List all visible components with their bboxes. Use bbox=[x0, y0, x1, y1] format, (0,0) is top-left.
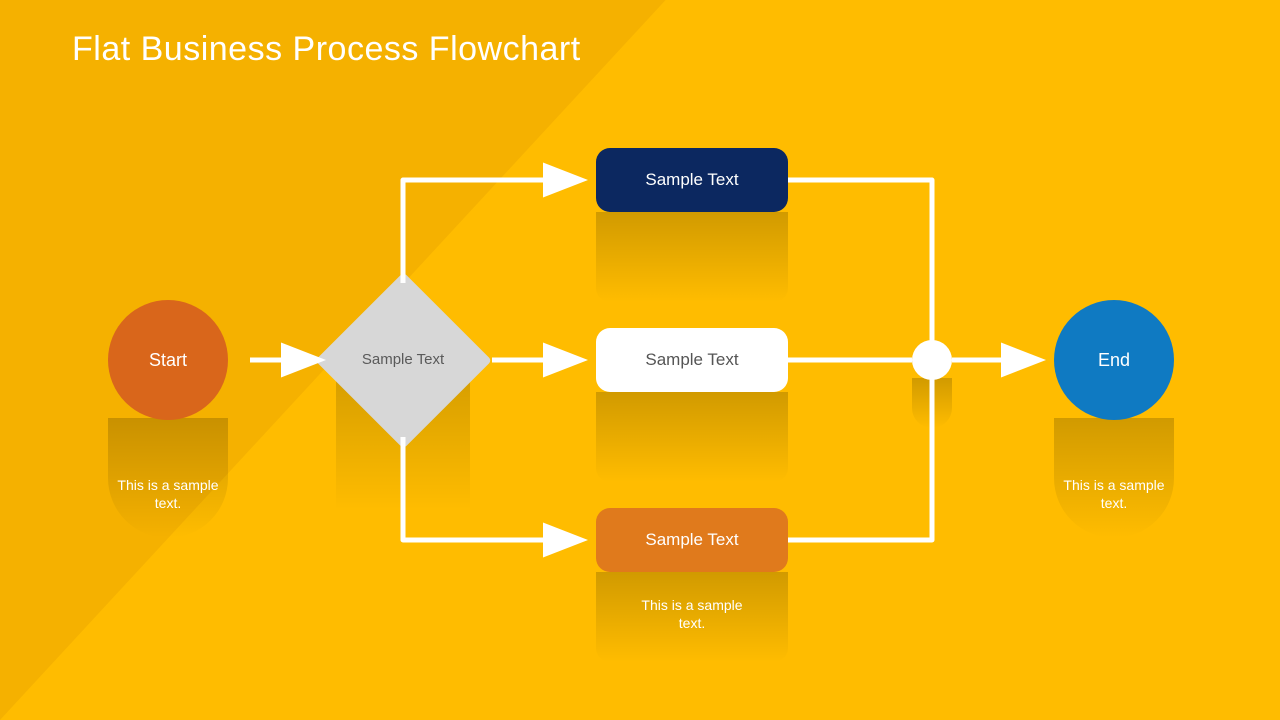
process-bottom-caption: This is a sample text. bbox=[632, 596, 752, 632]
process-bottom: Sample Text bbox=[596, 508, 788, 572]
slide-title: Flat Business Process Flowchart bbox=[72, 30, 581, 69]
start-caption: This is a sample text. bbox=[108, 476, 228, 512]
end-node: End bbox=[1054, 300, 1174, 420]
end-label: End bbox=[1098, 350, 1130, 371]
process-top: Sample Text bbox=[596, 148, 788, 212]
slide-canvas: Flat Business Process Flowchart Start Th… bbox=[0, 0, 1280, 720]
process-middle: Sample Text bbox=[596, 328, 788, 392]
decision-label: Sample Text bbox=[358, 351, 448, 369]
merge-node bbox=[912, 340, 952, 380]
process-bottom-label: Sample Text bbox=[645, 530, 738, 550]
start-label: Start bbox=[149, 350, 187, 371]
process-middle-label: Sample Text bbox=[645, 350, 738, 370]
start-node: Start bbox=[108, 300, 228, 420]
process-top-label: Sample Text bbox=[645, 170, 738, 190]
end-caption: This is a sample text. bbox=[1054, 476, 1174, 512]
decision-node: Sample Text bbox=[334, 291, 472, 429]
